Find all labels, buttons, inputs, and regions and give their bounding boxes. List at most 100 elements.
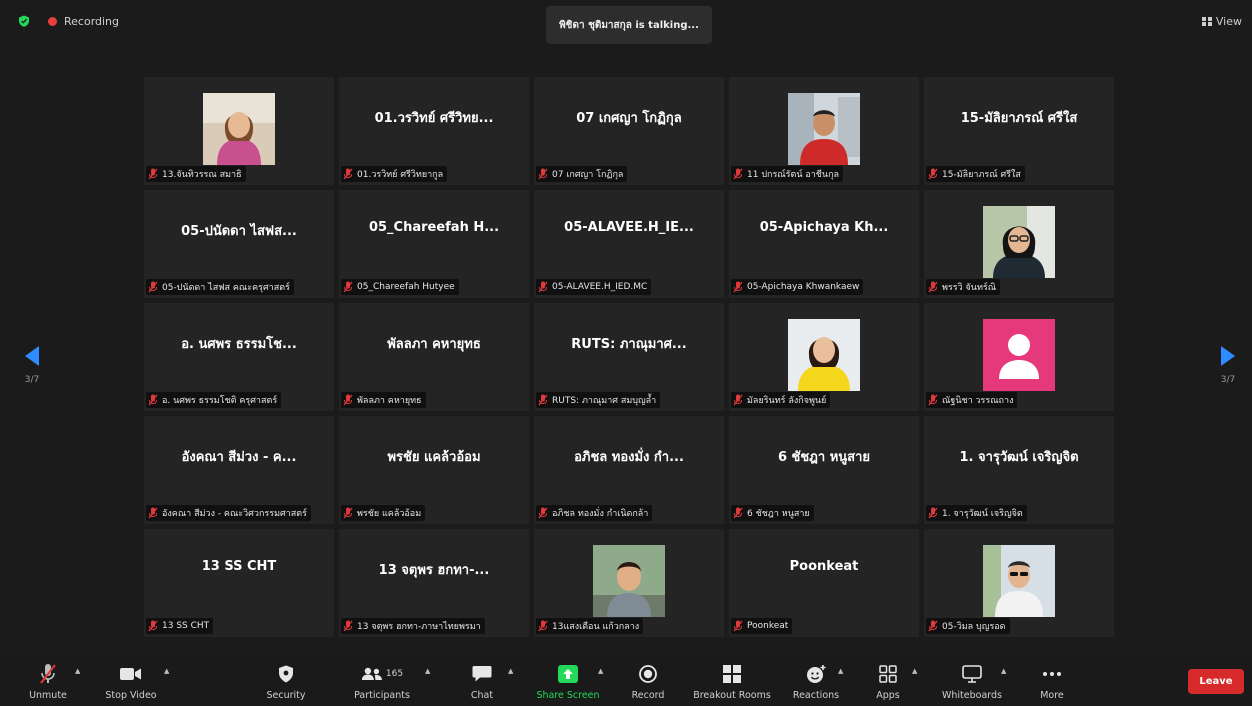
muted-mic-icon: [343, 620, 353, 632]
participant-display-name: 05-ALAVEE.H_IE...: [564, 220, 694, 235]
participant-label-text: อภิชล ทองมั่ง กำเนิดกล้า: [552, 509, 649, 519]
participant-tile[interactable]: พัลลภา คหายุทธ พัลลภา คหายุทธ: [339, 303, 529, 411]
share-options-caret-icon[interactable]: ▲: [598, 667, 603, 675]
more-button[interactable]: More: [1032, 652, 1072, 706]
participant-display-name: 05-ปนัดดา ไสฟส...: [181, 224, 297, 239]
whiteboards-button[interactable]: Whiteboards: [936, 652, 1008, 706]
participant-tile[interactable]: 11 ปกรณ์รัตน์ อาชีนกุล: [729, 77, 919, 185]
participant-label-text: พัลลภา คหายุทธ: [357, 396, 422, 406]
participant-tile[interactable]: พรชัย แคล้วอ้อม พรชัย แคล้วอ้อม: [339, 416, 529, 524]
muted-mic-icon: [733, 507, 743, 519]
muted-mic-icon: [538, 394, 548, 406]
participant-tile[interactable]: 05-ALAVEE.H_IE... 05-ALAVEE.H_IED.MC: [534, 190, 724, 298]
participant-video: [983, 545, 1055, 617]
participant-tile[interactable]: 05-วิมล บุญรอด: [924, 529, 1114, 637]
participant-tile[interactable]: 1. จารุวัฒน์ เจริญจิต 1. จารุวัฒน์ เจริญจ…: [924, 416, 1114, 524]
muted-mic-icon: [343, 281, 353, 293]
participants-options-caret-icon[interactable]: ▲: [425, 667, 430, 675]
participant-tile[interactable]: 05-Apichaya Kh... 05-Apichaya Khwankaew: [729, 190, 919, 298]
whiteboards-options-caret-icon[interactable]: ▲: [1001, 667, 1006, 675]
participant-tile[interactable]: มัลยรินทร์ ลังกิจพูนย์: [729, 303, 919, 411]
participant-video: [788, 319, 860, 391]
muted-mic-icon: [538, 281, 548, 293]
active-speaker-banner: พิชิดา ชุติมาสกุล is talking...: [546, 6, 712, 44]
encryption-shield-icon[interactable]: [18, 15, 30, 27]
participant-display-name: 05_Chareefah H...: [368, 220, 500, 235]
apps-label: Apps: [876, 690, 900, 701]
participant-label-text: อ. นศพร ธรรมโชติ ครุศาสตร์: [162, 396, 278, 406]
participant-display-name: Poonkeat: [789, 559, 859, 574]
video-options-caret-icon[interactable]: ▲: [164, 667, 169, 675]
muted-mic-icon: [148, 281, 158, 293]
apps-options-caret-icon[interactable]: ▲: [912, 667, 917, 675]
participant-label-text: 05-ปนัดดา ไสฟส คณะครุศาสตร์: [162, 283, 290, 293]
participant-tile[interactable]: พรรวิ จันทร์ณิ: [924, 190, 1114, 298]
participant-tile[interactable]: 13 จตุพร ฮกทา-... 13 จตุพร ฮกทา-ภาษาไทยพร…: [339, 529, 529, 637]
participant-display-name: 05-Apichaya Kh...: [759, 220, 889, 235]
record-label: Record: [631, 690, 665, 701]
participant-tile[interactable]: Poonkeat Poonkeat: [729, 529, 919, 637]
whiteboard-icon: [962, 663, 982, 685]
stop-video-button[interactable]: Stop Video: [103, 652, 159, 706]
participant-video: [983, 319, 1055, 391]
participant-tile[interactable]: 6 ชัชฎา หนูสาย 6 ชัชฎา หนูสาย: [729, 416, 919, 524]
view-button[interactable]: View: [1201, 15, 1242, 28]
muted-mic-icon: [733, 281, 743, 293]
participant-tile[interactable]: 01.วรวิทย์ ศรีวิทย... 01.วรวิทย์ ศรีวิทยา…: [339, 77, 529, 185]
participant-tile[interactable]: 13แสงเดือน แก้วกลาง: [534, 529, 724, 637]
participant-tile[interactable]: 07 เกศญา โกฏิกุล 07 เกศญา โกฏิกุล: [534, 77, 724, 185]
participant-tile[interactable]: 15-มัลิยาภรณ์ ศรีใส 15-มัลิยาภรณ์ ศรีใส: [924, 77, 1114, 185]
muted-mic-icon: [343, 168, 353, 180]
unmute-button[interactable]: Unmute: [22, 652, 74, 706]
participant-tile[interactable]: 13 SS CHT 13 SS CHT: [144, 529, 334, 637]
security-shield-icon: [278, 663, 294, 685]
audio-options-caret-icon[interactable]: ▲: [75, 667, 80, 675]
participant-tile[interactable]: อภิชล ทองมั่ง กำ... อภิชล ทองมั่ง กำเนิดก…: [534, 416, 724, 524]
participant-label-text: 05-วิมล บุญรอด: [942, 622, 1006, 632]
share-screen-button[interactable]: Share Screen: [532, 652, 604, 706]
recording-label[interactable]: Recording: [64, 15, 119, 28]
participant-tile[interactable]: ณัฐนิชา วรรณถาง: [924, 303, 1114, 411]
apps-button[interactable]: Apps: [868, 652, 908, 706]
participant-name-label: พัลลภา คหายุทธ: [341, 392, 426, 408]
apps-icon: [879, 663, 897, 685]
participant-tile[interactable]: อังคณา สีม่วง - ค... อังคณา สีม่วง - คณะว…: [144, 416, 334, 524]
participant-tile[interactable]: 05_Chareefah H... 05_Chareefah Hutyee: [339, 190, 529, 298]
muted-mic-icon: [733, 168, 743, 180]
breakout-rooms-icon: [723, 663, 741, 685]
breakout-rooms-button[interactable]: Breakout Rooms: [690, 652, 774, 706]
muted-mic-icon: [733, 620, 743, 632]
meeting-toolbar: Unmute ▲ Stop Video ▲ Security 165 Parti…: [0, 652, 1252, 706]
chat-options-caret-icon[interactable]: ▲: [508, 667, 513, 675]
leave-button[interactable]: Leave: [1188, 669, 1244, 694]
participant-display-name: อภิชล ทองมั่ง กำ...: [574, 450, 684, 465]
participants-button[interactable]: 165 Participants: [350, 652, 414, 706]
muted-mic-icon: [928, 620, 938, 632]
participant-name-label: อภิชล ทองมั่ง กำเนิดกล้า: [536, 505, 653, 521]
participant-tile[interactable]: 13.จันทิวรรณ สมาธิ: [144, 77, 334, 185]
participant-display-name: อ. นศพร ธรรมโช...: [181, 337, 297, 352]
participant-label-text: 01.วรวิทย์ ศรีวิทยากูล: [357, 170, 444, 180]
participant-name-label: พรรวิ จันทร์ณิ: [926, 279, 1001, 295]
participant-name-label: 13 จตุพร ฮกทา-ภาษาไทยพรมา: [341, 618, 485, 634]
participant-tile[interactable]: 05-ปนัดดา ไสฟส... 05-ปนัดดา ไสฟส คณะครุศา…: [144, 190, 334, 298]
participant-tile[interactable]: RUTS: ภาณุมาศ... RUTS: ภาณุมาศ สมบุญล้ำ: [534, 303, 724, 411]
muted-mic-icon: [148, 394, 158, 406]
reactions-options-caret-icon[interactable]: ▲: [838, 667, 843, 675]
previous-page-button[interactable]: 3/7: [22, 345, 42, 385]
participant-display-name: 07 เกศญา โกฏิกุล: [576, 111, 682, 126]
participant-name-label: 6 ชัชฎา หนูสาย: [731, 505, 814, 521]
next-page-button[interactable]: 3/7: [1218, 345, 1238, 385]
reactions-button[interactable]: Reactions: [790, 652, 842, 706]
participant-label-text: 05-ALAVEE.H_IED.MC: [552, 282, 648, 292]
reactions-label: Reactions: [792, 690, 840, 701]
more-dots-icon: [1042, 663, 1062, 685]
participant-tile[interactable]: อ. นศพร ธรรมโช... อ. นศพร ธรรมโชติ ครุศาส…: [144, 303, 334, 411]
participant-display-name: 1. จารุวัฒน์ เจริญจิต: [959, 450, 1079, 465]
security-button[interactable]: Security: [260, 652, 312, 706]
share-screen-label: Share Screen: [536, 690, 600, 701]
record-button[interactable]: Record: [628, 652, 668, 706]
muted-mic-icon: [343, 507, 353, 519]
chat-button[interactable]: Chat: [462, 652, 502, 706]
smiley-plus-icon: [806, 663, 826, 685]
